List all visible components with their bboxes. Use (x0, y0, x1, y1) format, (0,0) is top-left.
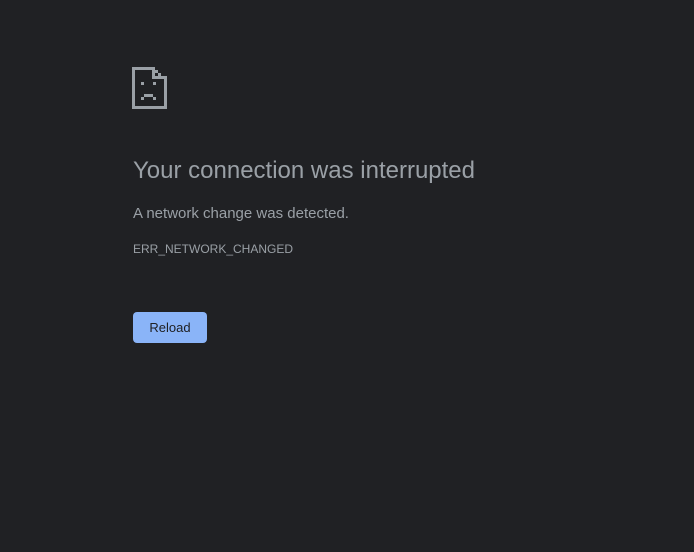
sad-document-icon (132, 67, 167, 109)
error-page: Your connection was interrupted A networ… (0, 0, 694, 552)
page-title: Your connection was interrupted (133, 157, 475, 184)
error-code: ERR_NETWORK_CHANGED (133, 242, 294, 256)
reload-button[interactable]: Reload (133, 312, 207, 343)
error-message: A network change was detected. (133, 205, 349, 222)
